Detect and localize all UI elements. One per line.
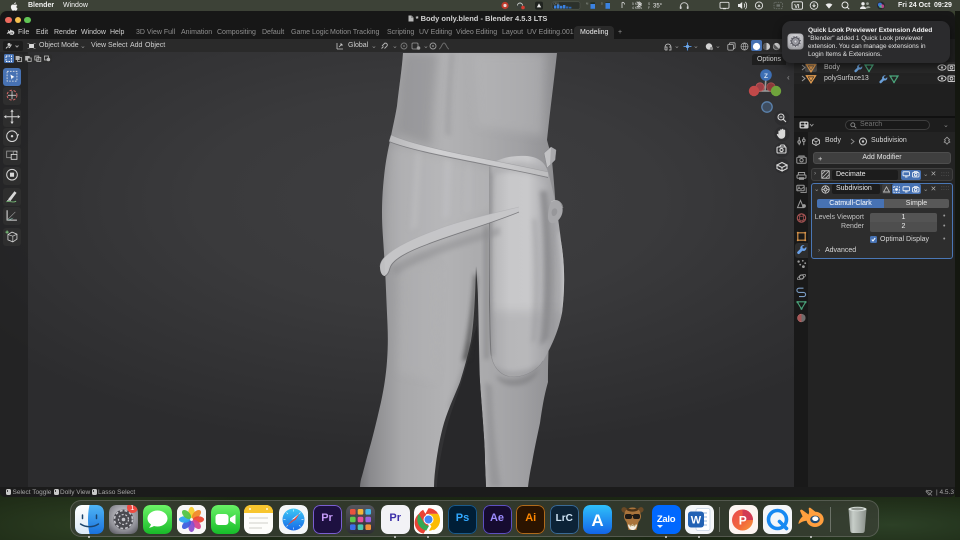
svg-text:D: D (601, 2, 603, 6)
svg-text:VI: VI (794, 4, 800, 10)
svg-text:A: A (592, 511, 604, 530)
svg-text:M: M (586, 2, 589, 6)
svg-text:35°: 35° (653, 4, 663, 10)
svg-text:Z: Z (764, 73, 768, 80)
svg-text:W: W (691, 515, 702, 527)
svg-text:CPU: CPU (553, 1, 559, 5)
svg-text:F: F (648, 6, 650, 10)
svg-text:P: P (738, 514, 746, 528)
